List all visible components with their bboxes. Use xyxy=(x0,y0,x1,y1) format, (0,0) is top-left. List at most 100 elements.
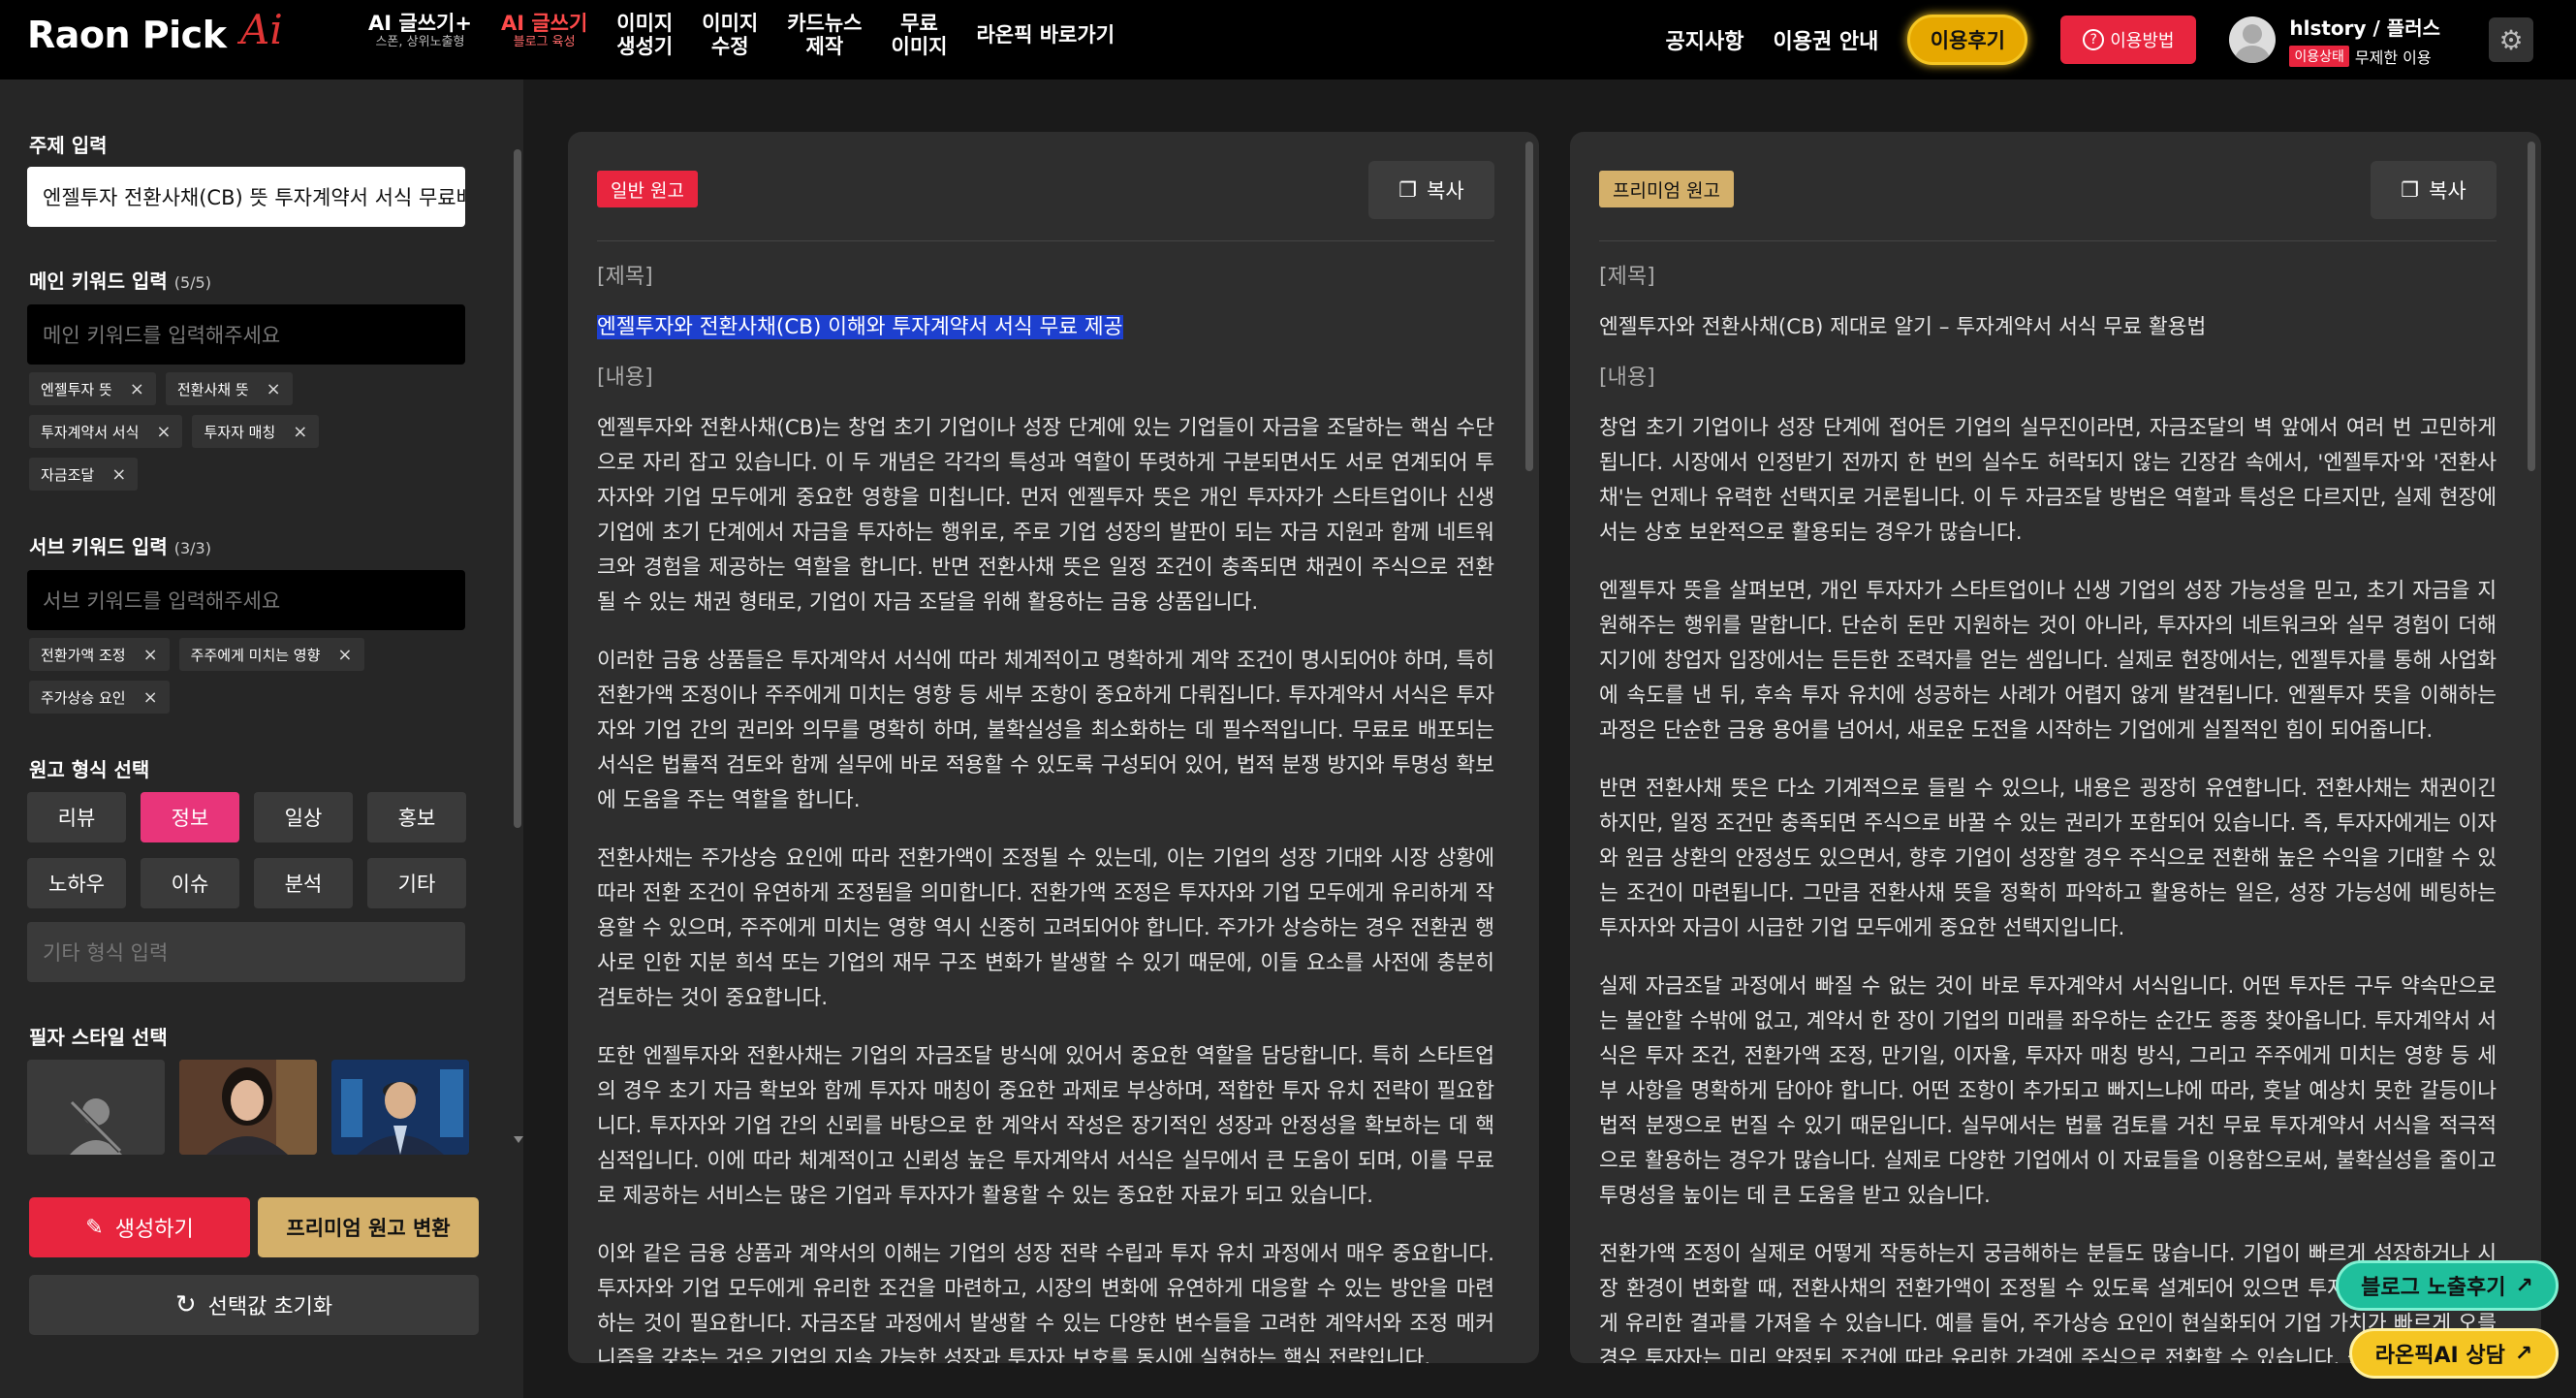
close-icon[interactable]: × xyxy=(337,645,352,665)
format-other-button[interactable]: 기타 xyxy=(367,858,466,908)
topic-label: 주제 입력 xyxy=(29,134,108,157)
logo-ai-mark: Ai xyxy=(240,6,283,53)
question-icon: ? xyxy=(2083,29,2105,50)
refresh-icon: ↻ xyxy=(174,1290,197,1319)
blog-review-float-button[interactable]: 블로그 노출후기 ↗ xyxy=(2336,1260,2559,1311)
format-promo-button[interactable]: 홍보 xyxy=(367,792,466,842)
paragraph: 반면 전환사채 뜻은 다소 기계적으로 들릴 수 있으나, 내용은 굉장히 유연… xyxy=(1599,777,2497,940)
main-nav: AI 글쓰기+ 스폰, 상위노출형 AI 글쓰기 블로그 육성 이미지 생성기 … xyxy=(368,12,1144,58)
close-icon[interactable]: × xyxy=(130,379,144,399)
logo[interactable]: Raon Pick xyxy=(27,14,227,56)
copy-button[interactable]: ❐ 복사 xyxy=(2371,161,2497,219)
paragraph: 전환사채는 주가상승 요인에 따라 전환가액이 조정될 수 있는데, 이는 기업… xyxy=(597,846,1494,1010)
nav-card-news[interactable]: 카드뉴스 제작 xyxy=(787,12,862,58)
draft-title: 엔젤투자와 전환사채(CB) 이해와 투자계약서 서식 무료 제공 xyxy=(597,315,1123,339)
sidebar: 주제 입력 엔젤투자 전환사채(CB) 뜻 투자계약서 서식 무료배 메인 키워… xyxy=(0,79,523,1398)
panel-scrollbar[interactable] xyxy=(1525,142,1533,471)
main-keyword-input[interactable]: 메인 키워드를 입력해주세요 xyxy=(27,304,465,365)
paragraph: 엔젤투자 뜻을 살펴보면, 개인 투자자가 스타트업이나 신생 기업의 성장 가… xyxy=(1599,579,2497,743)
paragraph: 또한 엔젤투자와 전환사채는 기업의 자금조달 방식에 있어서 중요한 역할을 … xyxy=(597,1044,1494,1208)
user-name: hlstory / 플러스 xyxy=(2289,16,2440,40)
generate-button[interactable]: ✎ 생성하기 xyxy=(29,1197,250,1257)
external-link-icon: ↗ xyxy=(2514,1341,2533,1366)
no-person-icon xyxy=(69,1098,123,1155)
format-issue-button[interactable]: 이슈 xyxy=(141,858,239,908)
copy-icon: ❐ xyxy=(1398,178,1418,202)
nav-ai-writing-plus[interactable]: AI 글쓰기+ 스폰, 상위노출형 xyxy=(368,12,472,58)
external-link-icon: ↗ xyxy=(2515,1273,2533,1298)
premium-convert-button[interactable]: 프리미엄 원고 변환 xyxy=(258,1197,479,1257)
nav-image-generator[interactable]: 이미지 생성기 xyxy=(616,12,673,58)
draft-title: 엔젤투자와 전환사채(CB) 제대로 알기 – 투자계약서 서식 무료 활용법 xyxy=(1599,315,2207,339)
man-portrait-icon xyxy=(331,1060,469,1155)
review-button[interactable]: 이용후기 xyxy=(1907,15,2028,65)
title-section-label: [제목] xyxy=(597,265,653,289)
notice-link[interactable]: 공지사항 xyxy=(1666,24,1744,55)
format-info-button[interactable]: 정보 xyxy=(141,792,239,842)
keyword-chip: 전환사채 뜻 × xyxy=(165,372,293,405)
format-analysis-button[interactable]: 분석 xyxy=(254,858,353,908)
sub-keyword-label: 서브 키워드 입력 (3/3) xyxy=(29,535,211,558)
paragraph: 이와 같은 금융 상품과 계약서의 이해는 기업의 성장 전략 수립과 투자 유… xyxy=(597,1242,1494,1363)
copy-icon: ❐ xyxy=(2401,178,2420,202)
consult-float-button[interactable]: 라온픽AI 상담 ↗ xyxy=(2349,1328,2559,1379)
style-label: 필자 스타일 선택 xyxy=(29,1026,168,1049)
format-review-button[interactable]: 리뷰 xyxy=(27,792,126,842)
content-section-label: [내용] xyxy=(1599,365,1655,390)
draft-content[interactable]: [제목] 엔젤투자와 전환사채(CB) 이해와 투자계약서 서식 무료 제공 [… xyxy=(597,256,1494,1363)
top-bar: Raon Pick Ai AI 글쓰기+ 스폰, 상위노출형 AI 글쓰기 블로… xyxy=(0,0,2576,79)
close-icon[interactable]: × xyxy=(143,645,158,665)
style-none-card[interactable] xyxy=(27,1060,165,1155)
style-man-card[interactable] xyxy=(331,1060,469,1155)
howto-button[interactable]: ? 이용방법 xyxy=(2060,16,2197,64)
style-woman-card[interactable] xyxy=(179,1060,317,1155)
content-section-label: [내용] xyxy=(597,365,653,390)
reset-button[interactable]: ↻ 선택값 초기화 xyxy=(29,1275,479,1335)
nav-free-image[interactable]: 무료 이미지 xyxy=(892,12,948,58)
paragraph: 실제 자금조달 과정에서 빠질 수 없는 것이 바로 투자계약서 서식입니다. … xyxy=(1599,974,2497,1208)
format-daily-button[interactable]: 일상 xyxy=(254,792,353,842)
format-knowhow-button[interactable]: 노하우 xyxy=(27,858,126,908)
normal-draft-badge: 일반 원고 xyxy=(597,171,698,207)
sidebar-scrollbar[interactable] xyxy=(514,149,521,828)
main-keyword-chips: 엔젤투자 뜻 × 전환사채 뜻 × 투자계약서 서식 × 투자자 매칭 × 자금조달 × xyxy=(29,372,475,500)
magic-wand-icon: ✎ xyxy=(85,1215,104,1240)
keyword-chip: 전환가액 조정 × xyxy=(29,638,170,671)
format-grid: 리뷰 정보 일상 홍보 노하우 이슈 분석 기타 xyxy=(27,792,466,908)
panel-scrollbar[interactable] xyxy=(2528,142,2535,471)
pricing-link[interactable]: 이용권 안내 xyxy=(1773,24,1878,55)
main-keyword-label: 메인 키워드 입력 (5/5) xyxy=(29,270,211,293)
nav-raonpick-link[interactable]: 라온픽 바로가기 xyxy=(976,12,1115,58)
settings-button[interactable]: ⚙ xyxy=(2489,17,2533,62)
close-icon[interactable]: × xyxy=(293,422,307,442)
scroll-down-arrow[interactable] xyxy=(514,1136,523,1143)
keyword-chip: 투자자 매칭 × xyxy=(192,415,320,448)
close-icon[interactable]: × xyxy=(267,379,281,399)
paragraph: 엔젤투자와 전환사채(CB)는 창업 초기 기업이나 성장 단계에 있는 기업들… xyxy=(597,416,1494,615)
divider xyxy=(1599,240,2497,241)
keyword-chip: 주가상승 요인 × xyxy=(29,681,170,714)
nav-image-edit[interactable]: 이미지 수정 xyxy=(702,12,758,58)
nav-ai-writing[interactable]: AI 글쓰기 블로그 육성 xyxy=(501,12,587,58)
draft-content[interactable]: [제목] 엔젤투자와 전환사채(CB) 제대로 알기 – 투자계약서 서식 무료… xyxy=(1599,256,2497,1363)
paragraph: 이러한 금융 상품들은 투자계약서 서식에 따라 체계적이고 명확하게 계약 조… xyxy=(597,649,1494,812)
title-section-label: [제목] xyxy=(1599,265,1655,289)
copy-button[interactable]: ❐ 복사 xyxy=(1368,161,1494,219)
keyword-chip: 자금조달 × xyxy=(29,458,139,491)
topic-input[interactable]: 엔젤투자 전환사채(CB) 뜻 투자계약서 서식 무료배 xyxy=(27,167,465,227)
format-label: 원고 형식 선택 xyxy=(29,758,150,781)
premium-draft-panel: 프리미엄 원고 ❐ 복사 [제목] 엔젤투자와 전환사채(CB) 제대로 알기 … xyxy=(1570,132,2541,1363)
woman-portrait-icon xyxy=(179,1060,317,1155)
divider xyxy=(597,240,1494,241)
sub-keyword-input[interactable]: 서브 키워드를 입력해주세요 xyxy=(27,570,465,630)
premium-draft-badge: 프리미엄 원고 xyxy=(1599,171,1734,207)
paragraph: 창업 초기 기업이나 성장 단계에 접어든 기업의 실무진이라면, 자금조달의 … xyxy=(1599,416,2497,545)
close-icon[interactable]: × xyxy=(111,464,126,485)
format-other-input[interactable]: 기타 형식 입력 xyxy=(27,922,465,982)
status-badge: 이용상태 xyxy=(2289,45,2349,67)
gear-icon: ⚙ xyxy=(2498,23,2524,56)
close-icon[interactable]: × xyxy=(156,422,171,442)
close-icon[interactable]: × xyxy=(143,687,158,708)
avatar[interactable] xyxy=(2229,16,2277,63)
user-status: 이용상태 무제한 이용 xyxy=(2289,45,2440,68)
